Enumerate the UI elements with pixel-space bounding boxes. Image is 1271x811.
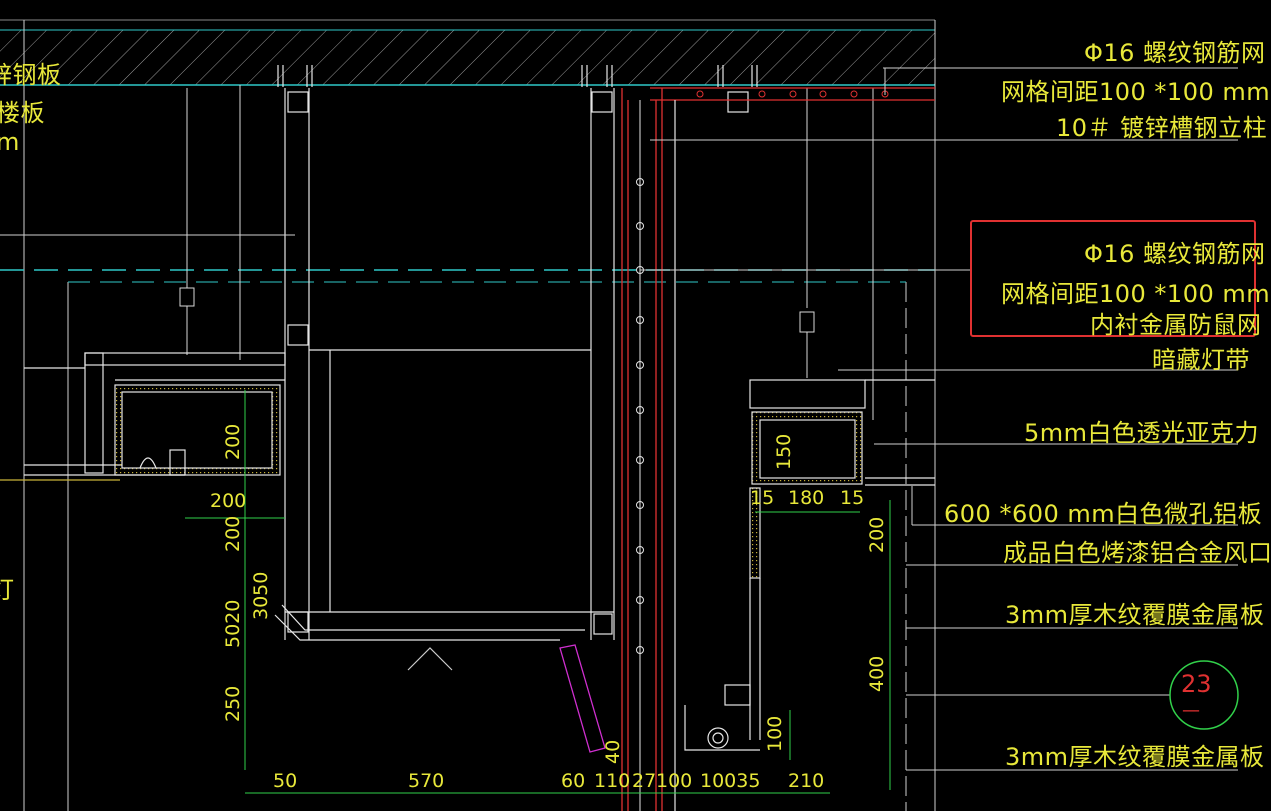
red-bolts	[696, 90, 889, 98]
right-light-trough	[674, 100, 935, 811]
steel-posts	[284, 88, 615, 640]
label-wood-metal-panel-1: 3mm厚木纹覆膜金属板	[1005, 601, 1265, 629]
hanger-rods	[179, 85, 874, 420]
section-marker-number: 23	[1181, 670, 1212, 698]
wall-bolt-column	[636, 100, 644, 811]
label-wood-metal-panel-2: 3mm厚木纹覆膜金属板	[1005, 743, 1265, 771]
dim-bottom-110: 110	[594, 770, 631, 792]
label-rat-proof-mesh: 内衬金属防鼠网	[1090, 311, 1262, 339]
label-channel-steel-column: 10＃ 镀锌槽钢立柱	[1056, 114, 1268, 142]
dim-v-400: 400	[866, 655, 888, 692]
label-left-floor: 楼板	[0, 99, 45, 127]
dim-bottom-27: 27	[632, 770, 657, 792]
dim-bottom-10035: 10035	[700, 770, 761, 792]
section-marker-sub: —	[1182, 700, 1200, 721]
dim-180: 180	[788, 487, 825, 509]
dim-v-3050: 3050	[250, 571, 272, 620]
dim-bottom-60: 60	[561, 770, 586, 792]
dim-15-b: 15	[840, 487, 865, 509]
left-light-trough	[0, 352, 286, 481]
label-aluminum-panel: 600 *600 mm白色微孔铝板	[944, 500, 1263, 528]
label-grid-spacing-top: 网格间距100 *100 mm	[1001, 78, 1271, 106]
dim-15-a: 15	[750, 487, 775, 509]
dim-bottom-570: 570	[408, 770, 445, 792]
dim-v-5020: 5020	[222, 599, 244, 648]
label-rebar-mesh-top: Φ16 螺纹钢筋网	[1084, 39, 1266, 67]
label-left-light: 灯	[0, 576, 15, 604]
dim-v-200-c: 200	[866, 516, 888, 553]
label-rebar-mesh-highlight: Φ16 螺纹钢筋网	[1084, 240, 1266, 268]
label-air-vent: 成品白色烤漆铝合金风口	[1003, 539, 1271, 567]
dim-v-40: 40	[602, 739, 624, 764]
dim-200-left: 200	[210, 490, 247, 512]
dim-v-100: 100	[764, 715, 786, 752]
label-left-unit: m	[0, 128, 20, 156]
dim-v-200-b: 200	[222, 515, 244, 552]
dim-v-250: 250	[222, 685, 244, 722]
dim-v-200-a: 200	[222, 423, 244, 460]
label-left-steel-plate: 锌钢板	[0, 61, 62, 89]
floor-slab	[0, 19, 935, 86]
dim-v-150: 150	[773, 433, 795, 470]
label-acrylic: 5mm白色透光亚克力	[1024, 419, 1260, 447]
centre-box	[274, 349, 614, 671]
magenta-panel	[559, 644, 606, 753]
dim-bottom-50: 50	[273, 770, 298, 792]
dim-bottom-100: 100	[656, 770, 693, 792]
label-grid-spacing-highlight: 网格间距100 *100 mm	[1001, 280, 1271, 308]
label-hidden-light-strip: 暗藏灯带	[1152, 346, 1250, 374]
dim-bottom-210: 210	[788, 770, 825, 792]
